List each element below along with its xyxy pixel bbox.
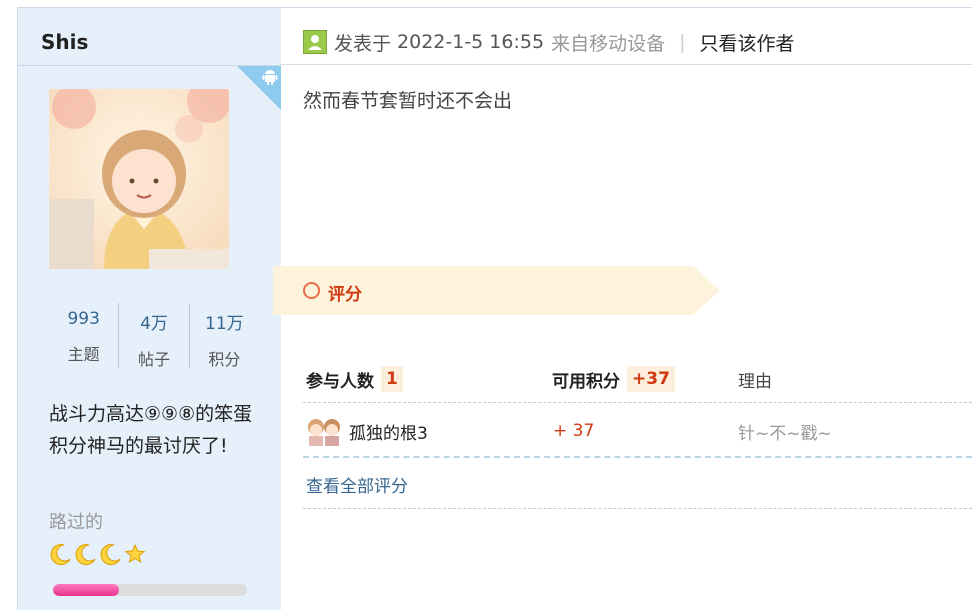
rater-points: + 37	[553, 421, 595, 441]
divider	[280, 64, 972, 65]
stat-label: 积分	[208, 350, 241, 369]
level-progress-fill	[53, 584, 119, 596]
points-label: 可用积分	[552, 371, 620, 392]
stat-value[interactable]: 11万	[190, 309, 259, 334]
divider	[303, 456, 972, 458]
rater-cell[interactable]: 孤独的根3	[305, 416, 428, 446]
rating-circle-icon	[303, 282, 320, 299]
divider	[303, 402, 972, 403]
posted-prefix: 发表于	[334, 32, 392, 55]
reason-header: 理由	[738, 366, 772, 392]
user-signature: 战斗力高达⑨⑨⑧的笨蛋积分神马的最讨厌了!	[49, 403, 253, 457]
meta-separator: |	[679, 31, 686, 53]
post-meta: 发表于 2022-1-5 16:55 来自移动设备 | 只看该作者	[303, 28, 795, 56]
level-icons	[49, 542, 146, 566]
moon-icon	[100, 544, 121, 566]
user-icon	[303, 30, 327, 54]
rating-title[interactable]: 评分	[328, 280, 362, 305]
reason-label: 理由	[738, 371, 772, 392]
only-author-link[interactable]: 只看该作者	[699, 29, 794, 56]
stat-value[interactable]: 4万	[119, 309, 188, 334]
participants-label: 参与人数	[306, 371, 374, 392]
android-icon	[262, 70, 278, 85]
divider	[280, 7, 972, 8]
star-icon	[124, 543, 146, 564]
stat-label: 主题	[67, 345, 100, 364]
moon-icon	[50, 544, 71, 566]
avatar[interactable]	[49, 89, 229, 269]
stat-value[interactable]: 993	[49, 309, 118, 329]
stat-label: 帖子	[137, 350, 170, 369]
moon-icon	[75, 544, 96, 566]
username[interactable]: Shis	[41, 30, 88, 54]
participants-count: 1	[381, 366, 403, 392]
points-total: +37	[627, 366, 675, 392]
view-all-ratings-link[interactable]: 查看全部评分	[306, 472, 408, 497]
stat-topics[interactable]: 993 主题	[49, 303, 120, 368]
post-content: 然而春节套暂时还不会出	[303, 90, 513, 112]
points-header: 可用积分 +37	[552, 366, 675, 392]
level-progress-bar	[53, 584, 247, 596]
rater-reason: 针~不~戳~	[738, 423, 832, 444]
divider	[303, 508, 972, 509]
participants-header: 参与人数 1	[306, 366, 403, 392]
user-rank: 路过的	[49, 512, 103, 533]
rater-avatar-icon[interactable]	[305, 416, 343, 446]
stat-credits[interactable]: 11万 积分	[190, 303, 259, 369]
user-stats: 993 主题 4万 帖子 11万 积分	[49, 303, 259, 369]
posted-time: 2022-1-5 16:55	[397, 31, 545, 53]
stat-posts[interactable]: 4万 帖子	[119, 303, 190, 369]
user-sidebar: Shis 993 主题 4万 帖子 11万 积分 战斗力高达⑨⑨⑧的笨蛋积分神马…	[17, 7, 281, 610]
rater-name[interactable]: 孤独的根3	[349, 419, 428, 444]
device-source: 来自移动设备	[551, 32, 666, 55]
